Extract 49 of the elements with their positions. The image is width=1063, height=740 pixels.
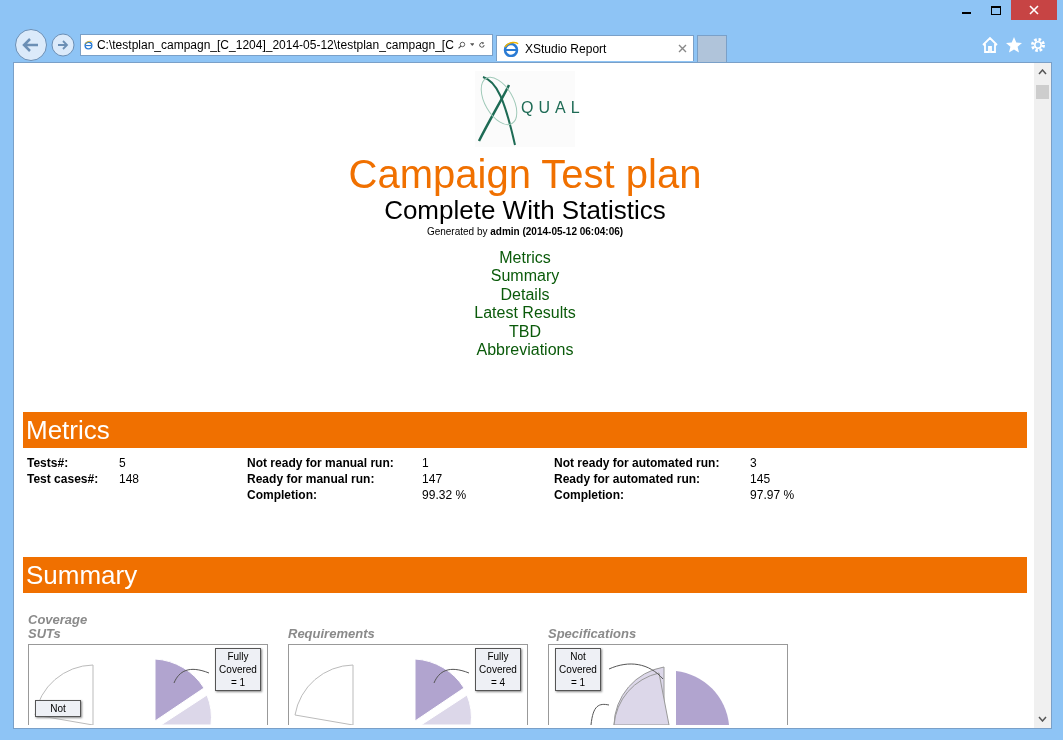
scrollbar-thumb[interactable]	[1036, 85, 1049, 99]
nav-link[interactable]: Metrics	[499, 249, 551, 268]
metric-label: Ready for manual run:	[247, 472, 376, 487]
chart-callout: Fully Covered = 4	[475, 648, 521, 692]
metric-label: Not ready for manual run:	[247, 456, 395, 471]
metric-value: 148	[119, 472, 140, 487]
metric-value: 1	[422, 456, 430, 471]
metric-value: 5	[119, 456, 127, 471]
chart-callout: Not	[35, 700, 81, 718]
settings-icon[interactable]	[1029, 36, 1047, 54]
metric-label: Completion:	[247, 488, 319, 503]
forward-icon[interactable]	[51, 33, 75, 57]
metric-value: 99.32 %	[422, 488, 468, 503]
metric-label: Ready for automated run:	[554, 472, 702, 487]
browser-logo-icon	[503, 40, 519, 57]
metric-value: 3	[750, 456, 758, 471]
back-icon[interactable]	[14, 28, 48, 62]
chart-callout: Fully Covered = 1	[215, 648, 261, 692]
metric-label: Not ready for automated run:	[554, 456, 721, 471]
scroll-up-icon[interactable]	[1038, 69, 1047, 75]
chart-title: Requirements	[288, 627, 376, 642]
chart-callout: Not Covered = 1	[555, 648, 601, 692]
section-header: Summary	[23, 557, 1027, 594]
browser-tab[interactable]: XStudio Report	[496, 35, 694, 61]
metric-label: Test cases#:	[27, 472, 100, 487]
nav-link[interactable]: TBD	[509, 322, 541, 342]
generated-info: Generated by admin (2014-05-12 06:04:06)	[425, 225, 625, 239]
nav-link[interactable]: Details	[500, 285, 550, 305]
metric-value: 145	[750, 472, 772, 487]
report-title: Campaign Test plan	[347, 153, 703, 195]
scroll-down-icon[interactable]	[1038, 716, 1047, 722]
nav-link[interactable]: Latest Results	[474, 304, 576, 323]
chart-title: Coverage SUTs	[28, 613, 89, 642]
nav-link[interactable]: Abbreviations	[476, 341, 574, 360]
scrollbar[interactable]	[1034, 63, 1051, 728]
metric-value: 147	[422, 472, 444, 487]
home-icon[interactable]	[981, 36, 999, 54]
logo-text: QUAL	[521, 99, 585, 117]
nav-link[interactable]: Summary	[490, 267, 560, 286]
close-icon[interactable]	[678, 44, 687, 53]
metric-label: Completion:	[554, 488, 626, 503]
report-subtitle: Complete With Statistics	[384, 195, 666, 225]
metric-value: 97.97 %	[750, 488, 795, 503]
address-bar[interactable]: C:\testplan_campagn_[C_1204]_2014-05-12\testplan_campagn_[C	[80, 34, 493, 56]
dropdown-caret-icon[interactable]	[469, 42, 475, 48]
chart-title: Specifications	[548, 627, 638, 642]
section-header: Metrics	[23, 412, 1027, 449]
star-icon[interactable]	[1005, 36, 1023, 54]
metric-label: Tests#:	[27, 456, 70, 471]
